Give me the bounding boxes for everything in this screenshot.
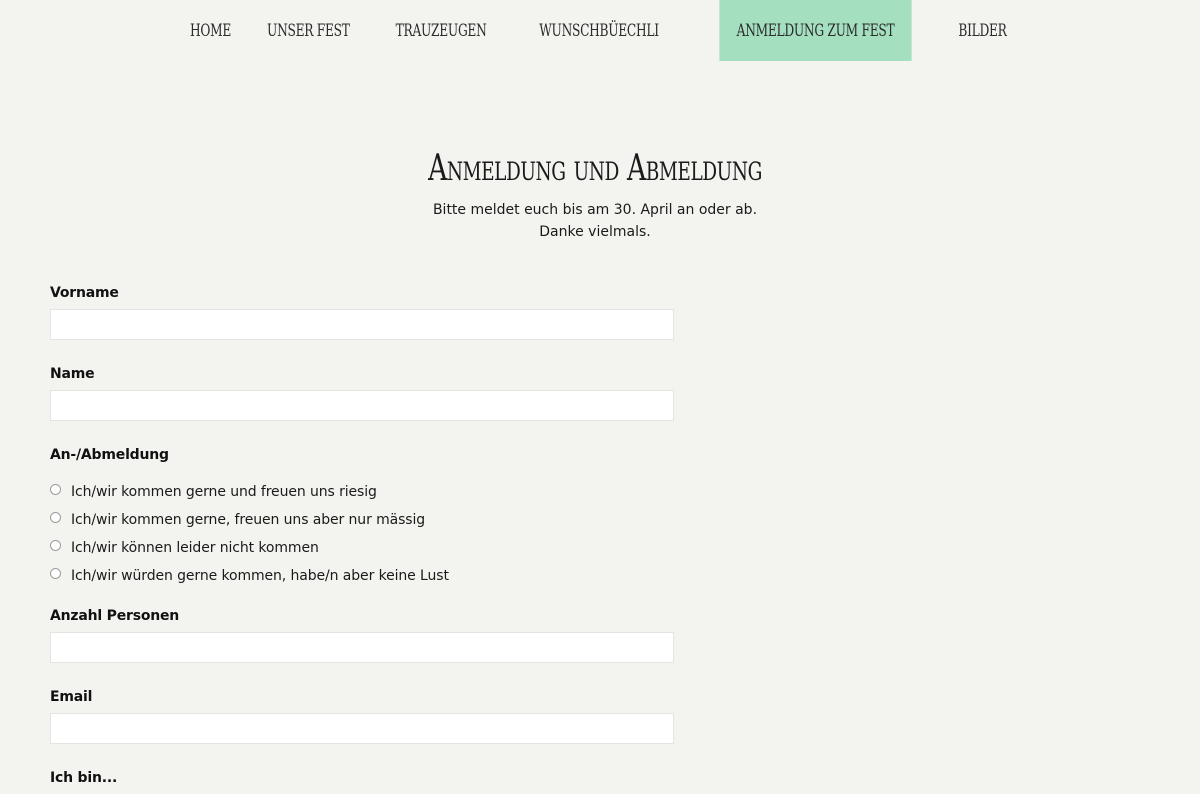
radio-button[interactable] [50,483,61,495]
intro-line-deadline: Bitte meldet euch bis am 30. April an od… [432,202,758,218]
name-input[interactable] [50,390,674,421]
radio-option-nicht-kommen[interactable]: Ich/wir können leider nicht kommen [50,534,676,562]
radio-label: Ich/wir würden gerne kommen, habe/n aber… [71,568,449,584]
email-label: Email [50,689,93,705]
radio-option-keine-lust[interactable]: Ich/wir würden gerne kommen, habe/n aber… [50,562,676,590]
name-label: Name [50,366,95,382]
email-input[interactable] [50,713,674,744]
nav-item-bilder[interactable]: Bilder [948,0,1018,61]
anzahl-personen-label: Anzahl Personen [50,608,180,624]
nav-item-label: Unser Fest [267,20,350,41]
nav-list: Home Unser Fest Trauzeugen Wunschbüechli… [176,0,1022,61]
nav-item-trauzeugen[interactable]: Trauzeugen [385,0,497,61]
nav-item-label: Bilder [958,20,1007,41]
nav-item-label: Trauzeugen [395,20,487,41]
radio-button[interactable] [50,511,61,523]
nav-item-wunschbuechli[interactable]: Wunschbüechli [528,0,669,61]
nav-item-label: Home [190,20,232,41]
radio-label: Ich/wir können leider nicht kommen [71,540,319,556]
anzahl-personen-input[interactable] [50,632,674,663]
radio-button[interactable] [50,539,61,551]
anmeldung-label: An-/Abmeldung [50,447,169,463]
radio-option-kommen-riesig[interactable]: Ich/wir kommen gerne und freuen uns ries… [50,478,676,506]
nav-item-home[interactable]: Home [179,0,242,61]
vorname-input[interactable] [50,309,674,340]
ich-bin-label: Ich bin... [50,770,118,786]
vorname-label: Vorname [50,285,119,301]
nav-item-anmeldung-zum-fest[interactable]: Anmeldung zum Fest [719,0,912,61]
nav-item-label: Anmeldung zum Fest [736,20,895,41]
main-navigation: Home Unser Fest Trauzeugen Wunschbüechli… [0,0,1200,61]
page-intro: Bitte meldet euch bis am 30. April an od… [0,199,1190,243]
anmeldung-radio-group: Ich/wir kommen gerne und freuen uns ries… [50,478,676,590]
intro-line-thanks: Danke vielmals. [539,224,651,240]
radio-option-kommen-maessig[interactable]: Ich/wir kommen gerne, freuen uns aber nu… [50,506,676,534]
registration-form: Vorname Name An-/Abmeldung Ich/wir komme… [50,284,676,794]
nav-item-label: Wunschbüechli [539,20,659,41]
radio-button[interactable] [50,567,61,579]
radio-label: Ich/wir kommen gerne, freuen uns aber nu… [71,512,426,528]
nav-item-unser-fest[interactable]: Unser Fest [256,0,360,61]
page-title: Anmeldung und Abmeldung [428,148,762,189]
radio-label: Ich/wir kommen gerne und freuen uns ries… [71,484,377,500]
